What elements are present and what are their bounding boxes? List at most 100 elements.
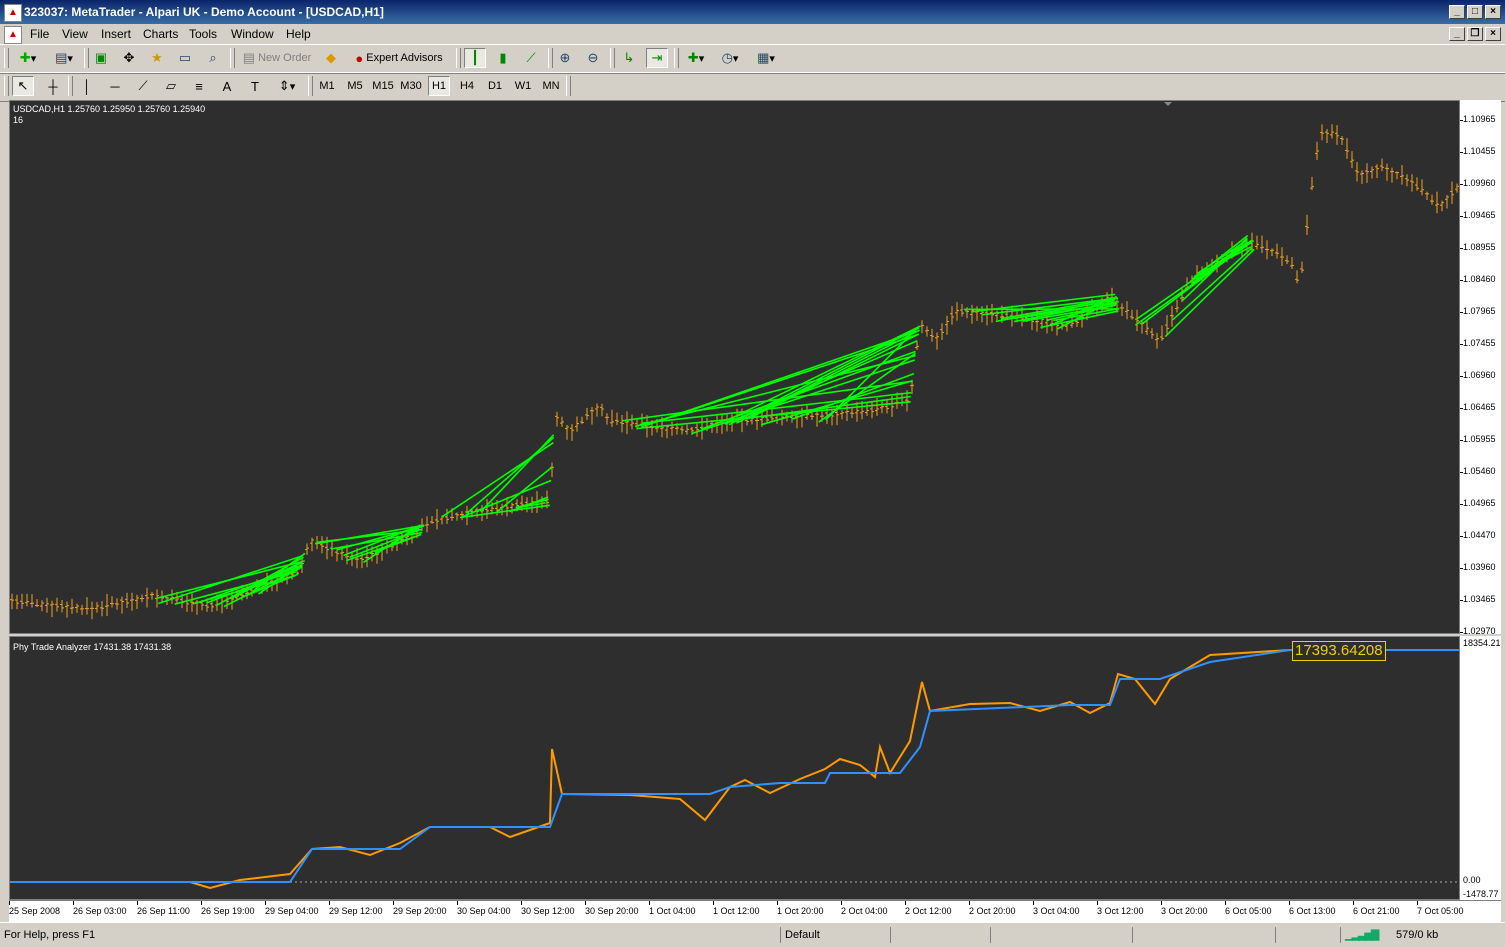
connection-icon[interactable]: ▁▂▃▅▇: [1340, 927, 1385, 943]
toolbar-grip[interactable]: [4, 48, 9, 68]
price-chart[interactable]: USDCAD,H1 1.25760 1.25950 1.25760 1.2594…: [9, 100, 1460, 634]
time-axis-label: 25 Sep 2008: [9, 906, 61, 916]
chart-shift-icon[interactable]: ⇥: [646, 48, 668, 68]
new-order-button[interactable]: ▤ New Order: [238, 48, 316, 68]
price-bar: [1455, 183, 1459, 193]
strategy-tester-icon[interactable]: ⌕: [202, 48, 224, 68]
indicator-canvas: [10, 649, 1459, 890]
symbol-info: USDCAD,H1 1.25760 1.25950 1.25760 1.2594…: [13, 104, 206, 114]
time-axis-label: 3 Oct 12:00: [1097, 906, 1144, 916]
price-axis[interactable]: 1.10965 1.10455 1.09960 1.09465 1.08955 1.084…: [1460, 100, 1501, 636]
metaeditor-icon[interactable]: ◆: [320, 48, 342, 68]
status-help: For Help, press F1: [4, 929, 96, 941]
app-icon[interactable]: ▲: [4, 4, 22, 22]
indicator-window[interactable]: Phy Trade Analyzer 17431.38 17431.38: [9, 636, 1460, 900]
timeframe-w1[interactable]: W1: [512, 76, 534, 96]
status-cell-empty: [1132, 927, 1267, 943]
time-axis-tick: [1161, 901, 1162, 905]
price-bar: [1385, 163, 1389, 181]
price-axis-label: 1.08955: [1463, 242, 1496, 252]
price-bar: [60, 600, 64, 613]
templates-icon[interactable]: ▦ ▾: [750, 48, 782, 68]
price-bar: [1275, 243, 1279, 259]
horizontal-line-icon[interactable]: ─: [104, 76, 126, 96]
price-bar: [680, 425, 684, 435]
time-axis-tick: [1417, 901, 1418, 905]
zoom-in-icon[interactable]: ⊕: [554, 48, 576, 68]
time-axis-tick: [521, 901, 522, 905]
menu-window[interactable]: Window: [231, 27, 274, 41]
status-extra: [1454, 927, 1498, 943]
mdi-close-button[interactable]: ×: [1485, 27, 1501, 41]
periods-icon[interactable]: ◷ ▾: [714, 48, 746, 68]
fibonacci-icon[interactable]: ≡: [188, 76, 210, 96]
chart-shift-marker[interactable]: [1164, 102, 1172, 106]
time-axis-tick: [841, 901, 842, 905]
text-label-icon[interactable]: T: [244, 76, 266, 96]
equidistant-channel-icon[interactable]: ▱: [160, 76, 182, 96]
new-chart-icon[interactable]: ✚ ▾: [12, 48, 44, 68]
time-axis-label: 29 Sep 04:00: [265, 906, 319, 916]
terminal-icon[interactable]: ▭: [174, 48, 196, 68]
price-bar: [320, 536, 324, 554]
toolbar-separator: [84, 48, 89, 68]
price-bar: [685, 424, 689, 435]
cursor-icon[interactable]: ↖: [12, 76, 34, 96]
indicator-axis[interactable]: 18354.21 0.00 -1478.77: [1460, 636, 1501, 900]
timeframe-d1[interactable]: D1: [484, 76, 506, 96]
price-bar: [10, 593, 14, 610]
price-axis-label: 1.08460: [1463, 274, 1496, 284]
menu-tools[interactable]: Tools: [189, 27, 217, 41]
timeframe-m5[interactable]: M5: [344, 76, 366, 96]
mdi-restore-button[interactable]: ❐: [1467, 27, 1483, 41]
trendline-icon[interactable]: ⟋: [132, 76, 154, 96]
crosshair-icon[interactable]: ┼: [42, 76, 64, 96]
price-chart-canvas: [10, 102, 1459, 620]
minimize-button[interactable]: _: [1449, 5, 1465, 19]
zoom-out-icon[interactable]: ⊖: [582, 48, 604, 68]
toolbar-separator: [308, 76, 313, 96]
bar-chart-icon[interactable]: ┃: [464, 48, 486, 68]
expert-advisors-button[interactable]: ● Expert Advisors: [346, 48, 452, 68]
maximize-button[interactable]: □: [1467, 5, 1483, 19]
menu-view[interactable]: View: [62, 27, 88, 41]
price-bar: [880, 399, 884, 414]
profiles-icon[interactable]: ▤ ▾: [48, 48, 80, 68]
price-bar: [445, 508, 449, 524]
time-axis-tick: [137, 901, 138, 905]
time-axis-label: 2 Oct 04:00: [841, 906, 888, 916]
price-bar: [1325, 128, 1329, 143]
arrows-icon[interactable]: ⇕ ▾: [272, 76, 302, 96]
mdi-minimize-button[interactable]: _: [1449, 27, 1465, 41]
indicators-icon[interactable]: ✚ ▾: [680, 48, 712, 68]
price-axis-label: 1.03465: [1463, 594, 1496, 604]
text-icon[interactable]: A: [216, 76, 238, 96]
timeframe-m15[interactable]: M15: [372, 76, 394, 96]
toolbar-grip[interactable]: [4, 76, 9, 96]
chart-window-icon[interactable]: ▲: [4, 26, 22, 44]
timeframe-h1[interactable]: H1: [428, 76, 450, 96]
close-button[interactable]: ×: [1485, 5, 1501, 19]
line-chart-icon[interactable]: ⟋: [520, 48, 542, 68]
vertical-line-icon[interactable]: │: [76, 76, 98, 96]
timeframe-m1[interactable]: M1: [316, 76, 338, 96]
timeframe-mn[interactable]: MN: [540, 76, 562, 96]
price-bar: [55, 597, 59, 612]
menu-charts[interactable]: Charts: [143, 27, 178, 41]
candlestick-icon[interactable]: ▮: [492, 48, 514, 68]
timeframe-h4[interactable]: H4: [456, 76, 478, 96]
menu-insert[interactable]: Insert: [101, 27, 131, 41]
timeframe-m30[interactable]: M30: [400, 76, 422, 96]
menu-help[interactable]: Help: [286, 27, 311, 41]
auto-scroll-icon[interactable]: ↳: [618, 48, 640, 68]
trade-line: [622, 380, 913, 422]
market-watch-icon[interactable]: ▣: [90, 48, 112, 68]
navigator-icon[interactable]: ★: [146, 48, 168, 68]
price-axis-label: 1.09465: [1463, 210, 1496, 220]
price-bar: [45, 597, 49, 613]
menu-file[interactable]: File: [30, 27, 49, 41]
price-bar: [600, 403, 604, 417]
crosshair-navigator-icon[interactable]: ✥: [118, 48, 140, 68]
indicator-axis-label: 18354.21: [1463, 638, 1501, 648]
time-axis[interactable]: 25 Sep 2008 26 Sep 03:00 26 Sep 11:00 26 Se…: [9, 900, 1501, 923]
